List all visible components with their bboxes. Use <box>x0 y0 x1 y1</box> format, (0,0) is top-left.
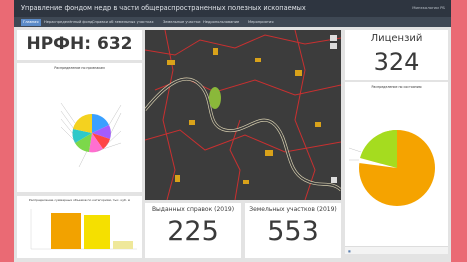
status-pie-panel: Распределение по состоянию ■ <box>345 82 448 254</box>
certificates-value: 225 <box>167 216 219 247</box>
certificates-label: Выданных справок (2019) <box>151 206 235 213</box>
volume-bar-title: Распределение суммарных объемов по катег… <box>28 198 131 202</box>
licenses-value: 324 <box>373 48 420 76</box>
bar <box>113 241 133 249</box>
certificates-panel: Выданных справок (2019) 225 <box>145 203 241 258</box>
tab-unallocated-fund[interactable]: Нераспределённый фонд <box>44 19 93 26</box>
user-label[interactable]: Минэкологии РБ <box>412 5 445 10</box>
volume-bar-chart <box>30 209 137 250</box>
land-plots-label: Земельных участков (2019) <box>249 206 337 213</box>
map-panel[interactable] <box>145 30 341 200</box>
map-selected-area <box>209 87 221 109</box>
zoom-out-button[interactable] <box>330 43 337 49</box>
nrfn-value: НРФН: 632 <box>26 34 133 54</box>
tab-land-plots[interactable]: Земельные участки <box>163 19 200 26</box>
tab-bar: Главная Нераспределённый фонд Справки об… <box>14 17 451 27</box>
map-canvas[interactable] <box>145 30 341 200</box>
land-plots-panel: Земельных участков (2019) 553 <box>245 203 341 258</box>
app-title: Управление фондом недр в части общераспр… <box>21 4 306 12</box>
land-plots-value: 553 <box>267 216 319 247</box>
zoom-in-button[interactable] <box>330 35 337 41</box>
pie-slices <box>72 113 111 153</box>
type-pie-panel: Распределение по признакам <box>17 63 142 192</box>
app-frame: Управление фондом недр в части общераспр… <box>14 0 451 262</box>
tab-home[interactable]: Главная <box>21 18 41 26</box>
status-pie-chart <box>348 129 435 206</box>
nrfn-panel: НРФН: 632 <box>17 30 142 60</box>
status-pie-footer: ■ <box>345 246 448 254</box>
type-pie-title: Распределение по признакам <box>54 66 105 70</box>
map-roads <box>145 30 341 200</box>
map-fullscreen-button[interactable] <box>331 177 337 183</box>
volume-bar-panel: Распределение суммарных объемов по катег… <box>17 196 142 258</box>
tab-subsoil-use[interactable]: Недропользование <box>203 19 239 26</box>
bar <box>51 213 81 249</box>
type-pie-chart <box>60 102 122 168</box>
tab-events[interactable]: Мероприятия <box>248 19 274 26</box>
licenses-panel: Лицензий 324 <box>345 30 448 80</box>
map-deposits <box>167 48 321 184</box>
title-bar: Управление фондом недр в части общераспр… <box>14 0 451 17</box>
bar <box>84 215 110 249</box>
map-zoom-controls <box>330 35 337 49</box>
licenses-label: Лицензий <box>370 33 423 44</box>
status-pie-title: Распределение по состоянию <box>371 85 422 89</box>
tab-land-certificates[interactable]: Справки об земельных участках <box>92 19 154 26</box>
